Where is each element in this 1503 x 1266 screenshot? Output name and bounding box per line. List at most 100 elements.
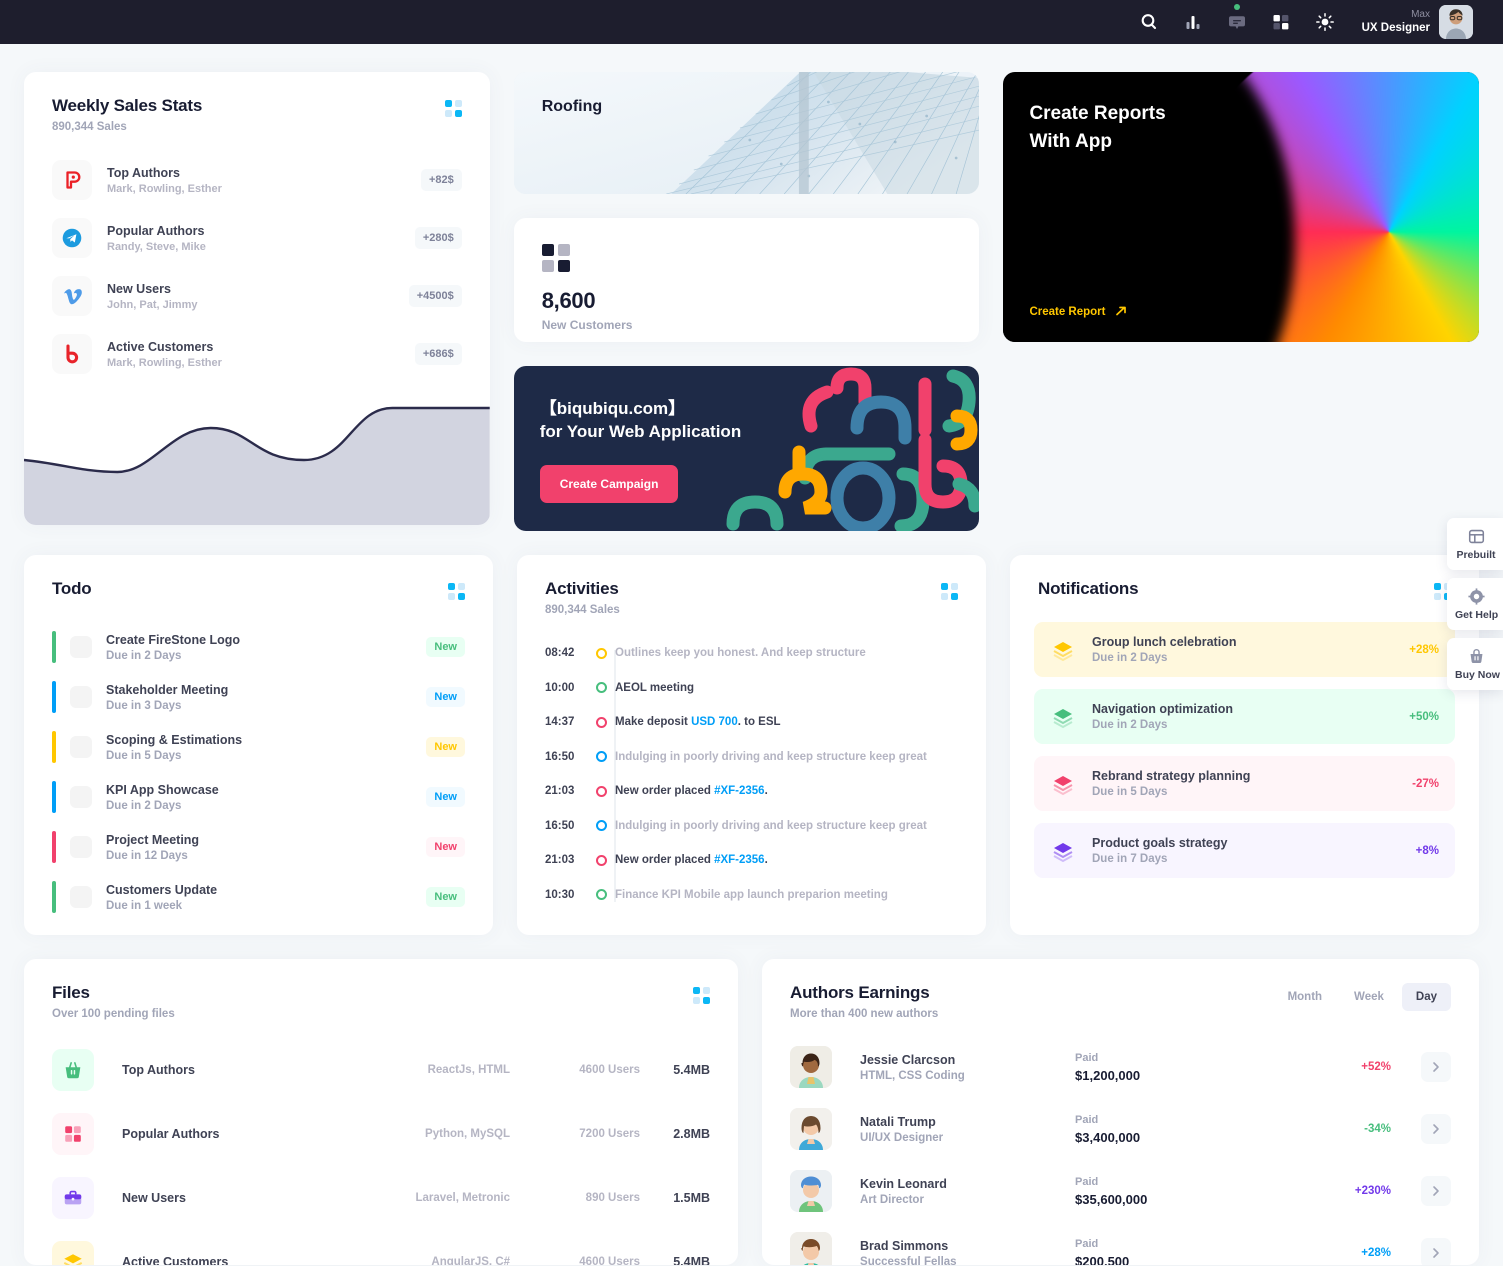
todo-checkbox[interactable] xyxy=(70,636,92,658)
authors-earnings-card: Authors Earnings More than 400 new autho… xyxy=(762,959,1479,1265)
earnings-header: Authors Earnings More than 400 new autho… xyxy=(762,959,1479,1020)
list-item[interactable]: 14:37 Make deposit USD 700. to ESL xyxy=(545,705,958,740)
chevron-right-icon[interactable] xyxy=(1421,1052,1451,1082)
author-name: Natali Trump xyxy=(860,1114,936,1129)
todo-checkbox[interactable] xyxy=(70,836,92,858)
table-row[interactable]: Brad Simmons Successful Fellas Paid $200… xyxy=(790,1222,1451,1265)
chevron-right-icon[interactable] xyxy=(1421,1114,1451,1144)
bebo-icon xyxy=(52,334,92,374)
weekly-sales-subtitle: 890,344 Sales xyxy=(52,121,127,133)
search-icon[interactable] xyxy=(1134,7,1164,37)
layout-icon xyxy=(1455,528,1497,545)
weekly-sales-card: Weekly Sales Stats 890,344 Sales Top Aut… xyxy=(24,72,490,525)
list-item-subtitle: Due in 2 Days xyxy=(1092,719,1168,731)
buy-now-button[interactable]: Buy Now xyxy=(1447,638,1503,690)
new-customers-value: 8,600 xyxy=(541,288,596,313)
list-item-subtitle: Mark, Rowling, Esther xyxy=(107,182,222,195)
list-item-subtitle: John, Pat, Jimmy xyxy=(107,298,198,311)
weekly-sales-column: Weekly Sales Stats 890,344 Sales Top Aut… xyxy=(24,72,490,531)
tab-week[interactable]: Week xyxy=(1340,983,1398,1011)
list-item[interactable]: Active Customers Mark, Rowling, Esther +… xyxy=(52,325,462,383)
chevron-right-icon[interactable] xyxy=(1421,1176,1451,1206)
list-item[interactable]: 10:00 AEOL meeting xyxy=(545,671,958,706)
list-item[interactable]: Customers Update Due in 1 week New xyxy=(52,872,465,922)
files-menu-icon[interactable] xyxy=(693,987,711,1004)
table-row[interactable]: Kevin Leonard Art Director Paid $35,600,… xyxy=(790,1160,1451,1222)
todo-checkbox[interactable] xyxy=(70,736,92,758)
chart-icon[interactable] xyxy=(1178,7,1208,37)
file-size: 5.4MB xyxy=(673,1063,711,1077)
tab-day[interactable]: Day xyxy=(1401,983,1451,1011)
author-paid-block: Paid $1,200,000 xyxy=(1075,1052,1275,1083)
list-item[interactable]: 16:50 Indulging in poorly driving and ke… xyxy=(545,740,958,775)
list-item[interactable]: New Users John, Pat, Jimmy +4500$ xyxy=(52,267,462,325)
activities-menu-icon[interactable] xyxy=(941,583,958,600)
layers-icon xyxy=(52,1241,94,1265)
author-name: Jessie Clarcson xyxy=(860,1052,956,1067)
list-item[interactable]: Stakeholder Meeting Due in 3 Days New xyxy=(52,672,465,722)
list-item[interactable]: Scoping & Estimations Due in 5 Days New xyxy=(52,722,465,772)
list-item[interactable]: Create FireStone Logo Due in 2 Days New xyxy=(52,622,465,672)
list-item[interactable]: 16:50 Indulging in poorly driving and ke… xyxy=(545,809,958,844)
author-role: HTML, CSS Coding xyxy=(860,1069,965,1082)
list-item[interactable]: Group lunch celebration Due in 2 Days +2… xyxy=(1034,622,1455,677)
activity-link[interactable]: #XF-2356 xyxy=(714,854,765,866)
campaign-banner: 【biqubiqu.com】 for Your Web Application … xyxy=(513,366,980,531)
user-role: UX Designer xyxy=(1361,22,1430,35)
list-item-text: Scoping & Estimations Due in 5 Days xyxy=(106,733,412,762)
activity-link[interactable]: USD 700 xyxy=(691,716,738,728)
page-title: Weekly Sales Stats xyxy=(52,96,203,115)
apps-grid-icon[interactable] xyxy=(1266,7,1296,37)
author-role: UI/UX Designer xyxy=(860,1131,944,1144)
table-row[interactable]: Natali Trump UI/UX Designer Paid $3,400,… xyxy=(790,1098,1451,1160)
prebuilt-button[interactable]: Prebuilt xyxy=(1447,518,1503,570)
list-item[interactable]: Rebrand strategy planning Due in 5 Days … xyxy=(1034,756,1455,811)
list-item[interactable]: Top Authors Mark, Rowling, Esther +82$ xyxy=(52,151,462,209)
todo-menu-icon[interactable] xyxy=(448,583,465,600)
earnings-tabs: Month Week Day xyxy=(1274,983,1451,1011)
table-row[interactable]: Popular Authors Python, MySQL 7200 Users… xyxy=(52,1102,710,1166)
activities-header: Activities 890,344 Sales xyxy=(517,555,986,616)
todo-checkbox[interactable] xyxy=(70,786,92,808)
table-row[interactable]: Top Authors ReactJs, HTML 4600 Users 5.4… xyxy=(52,1038,710,1102)
list-item[interactable]: 10:30 Finance KPI Mobile app launch prep… xyxy=(545,878,958,913)
todo-checkbox[interactable] xyxy=(70,886,92,908)
list-item[interactable]: 21:03 New order placed #XF-2356. xyxy=(545,774,958,809)
reports-column: Create Reports With App Create Report xyxy=(1003,72,1479,531)
create-report-link[interactable]: Create Report xyxy=(1029,305,1127,318)
new-customers-card: 8,600 New Customers xyxy=(513,218,980,342)
list-item[interactable]: Product goals strategy Due in 7 Days +8% xyxy=(1034,823,1455,878)
activity-text-after: . to ESL xyxy=(737,716,781,729)
get-help-button[interactable]: Get Help xyxy=(1447,578,1503,630)
activity-link[interactable]: #XF-2356 xyxy=(714,785,765,797)
list-item[interactable]: 08:42 Outlines keep you honest. And keep… xyxy=(545,636,958,671)
list-item[interactable]: Project Meeting Due in 12 Days New xyxy=(52,822,465,872)
list-item[interactable]: 21:03 New order placed #XF-2356. xyxy=(545,843,958,878)
create-report-label: Create Report xyxy=(1029,305,1106,318)
list-item[interactable]: KPI App Showcase Due in 2 Days New xyxy=(52,772,465,822)
status-badge: +8% xyxy=(1415,844,1439,857)
chat-icon[interactable] xyxy=(1222,4,1252,37)
create-campaign-button[interactable]: Create Campaign xyxy=(539,465,679,503)
status-badge: New xyxy=(426,687,465,707)
avatar[interactable] xyxy=(1439,5,1473,39)
chevron-right-icon[interactable] xyxy=(1421,1238,1451,1265)
notifications-list: Group lunch celebration Due in 2 Days +2… xyxy=(1010,600,1479,916)
list-item-text: Project Meeting Due in 12 Days xyxy=(106,833,412,862)
dashboard-row-2: Todo Create FireStone Logo Due in 2 Days… xyxy=(24,555,1479,935)
todo-checkbox[interactable] xyxy=(70,686,92,708)
list-item[interactable]: Navigation optimization Due in 2 Days +5… xyxy=(1034,689,1455,744)
list-item-text: Top Authors Mark, Rowling, Esther xyxy=(107,166,406,195)
roofing-card[interactable]: Roofing xyxy=(513,72,980,194)
status-badge: +230% xyxy=(1354,1185,1391,1197)
table-row[interactable]: Active Customers AngularJS, C# 4600 User… xyxy=(52,1230,710,1265)
tab-month[interactable]: Month xyxy=(1274,983,1336,1011)
brightness-icon[interactable] xyxy=(1310,7,1340,37)
list-item-text: KPI App Showcase Due in 2 Days xyxy=(106,783,412,812)
user-menu[interactable]: Max UX Designer xyxy=(1362,5,1473,39)
table-row[interactable]: New Users Laravel, Metronic 890 Users 1.… xyxy=(52,1166,710,1230)
weekly-sales-menu-icon[interactable] xyxy=(444,100,462,117)
reports-title-line2: With App xyxy=(1029,130,1112,152)
list-item[interactable]: Popular Authors Randy, Steve, Mike +280$ xyxy=(52,209,462,267)
table-row[interactable]: Jessie Clarcson HTML, CSS Coding Paid $1… xyxy=(790,1036,1451,1098)
